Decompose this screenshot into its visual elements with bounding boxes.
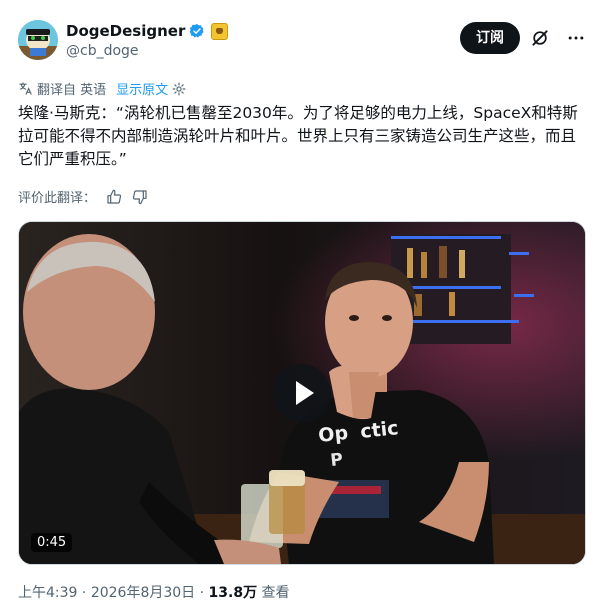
views-label: 查看	[261, 585, 290, 601]
svg-text:P: P	[329, 450, 343, 471]
affiliate-badge-icon	[211, 22, 229, 40]
tweet-date[interactable]: 2026年8月30日	[91, 585, 195, 601]
thumbs-down-icon[interactable]	[132, 189, 148, 205]
settings-gear-icon[interactable]	[172, 82, 186, 96]
subscribe-button[interactable]: 订阅	[460, 22, 520, 54]
svg-text:Op: Op	[317, 422, 349, 447]
thumbs-up-icon[interactable]	[106, 189, 122, 205]
rate-translation-label: 评价此翻译：	[18, 191, 97, 206]
tweet-time[interactable]: 上午4:39	[18, 585, 77, 601]
handle[interactable]: @cb_doge	[66, 43, 228, 59]
meta-separator: ·	[81, 585, 87, 601]
video-duration: 0:45	[31, 533, 73, 552]
translate-icon	[19, 82, 32, 95]
tweet-header: DogeDesigner @cb_doge 订阅	[18, 18, 588, 66]
tweet-meta: 上午4:39 · 2026年8月30日 · 13.8万 查看	[18, 582, 290, 602]
show-original-link[interactable]: 显示原文	[116, 79, 168, 98]
translation-label: 翻译自 英语	[37, 83, 107, 98]
play-button[interactable]	[273, 364, 331, 422]
meta-separator: ·	[199, 585, 205, 601]
translation-bar: 翻译自 英语 显示原文	[18, 79, 186, 98]
avatar[interactable]	[18, 20, 58, 60]
display-name[interactable]: DogeDesigner	[66, 22, 185, 40]
video-player[interactable]: Op ctic P 0:45	[18, 221, 586, 565]
rate-translation: 评价此翻译：	[18, 187, 148, 206]
svg-text:ctic: ctic	[359, 417, 399, 443]
verified-badge-icon	[190, 24, 204, 38]
views-count: 13.8万	[208, 585, 258, 601]
grok-icon[interactable]	[530, 28, 550, 48]
more-options-icon[interactable]	[566, 28, 586, 48]
tweet-text: 埃隆·马斯克：“涡轮机已售罄至2030年。为了将足够的电力上线，SpaceX和特…	[18, 104, 578, 168]
